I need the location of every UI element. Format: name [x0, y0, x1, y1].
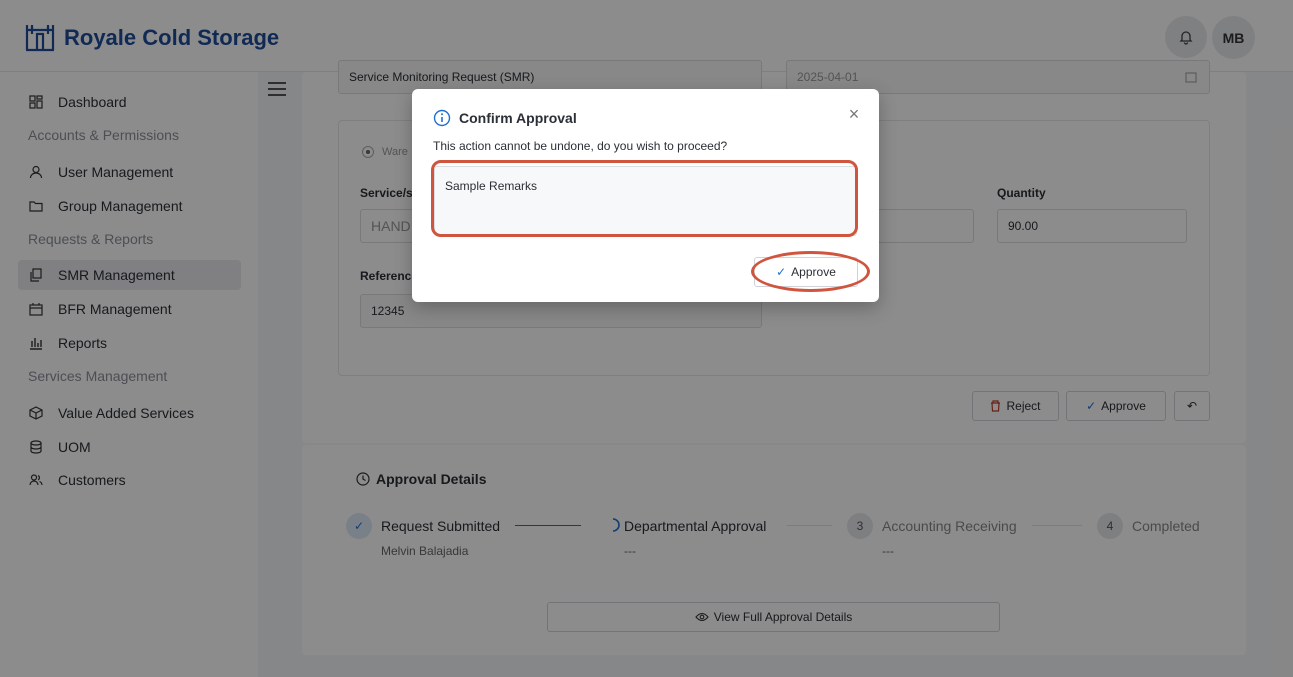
info-icon	[433, 109, 451, 127]
remarks-highlight	[431, 160, 858, 237]
close-icon[interactable]: ×	[845, 105, 863, 123]
confirm-approval-dialog: Confirm Approval × This action cannot be…	[412, 89, 879, 302]
dialog-message: This action cannot be undone, do you wis…	[433, 139, 728, 153]
dialog-title: Confirm Approval	[459, 110, 577, 126]
approve-highlight	[751, 251, 870, 292]
